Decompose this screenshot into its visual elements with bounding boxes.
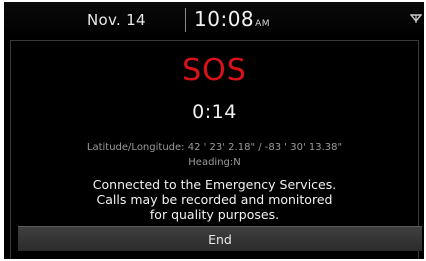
call-message: Connected to the Emergency Services. Cal… xyxy=(11,177,418,222)
sos-title: SOS xyxy=(182,53,247,88)
status-date: Nov. 14 xyxy=(87,11,146,29)
status-bar: Nov. 14 10:08AM xyxy=(4,2,424,38)
status-ampm: AM xyxy=(255,19,271,29)
head-unit-screen: Nov. 14 10:08AM SOS 0:14 Latitude/Longit… xyxy=(4,2,424,259)
signal-icon xyxy=(410,14,422,23)
sos-call-dialog: SOS 0:14 Latitude/Longitude: 42 ' 23' 2.… xyxy=(10,40,422,259)
message-line: Connected to the Emergency Services. xyxy=(92,177,337,192)
status-time: 10:08AM xyxy=(194,7,270,31)
heading-direction: Heading:N xyxy=(188,157,241,168)
message-line: Calls may be recorded and monitored xyxy=(96,192,333,207)
location-coordinates: Latitude/Longitude: 42 ' 23' 2.18" / -83… xyxy=(86,142,343,153)
message-line: for quality purposes. xyxy=(149,207,280,222)
call-timer: 0:14 xyxy=(192,101,237,123)
end-call-button[interactable]: End xyxy=(18,226,422,251)
status-divider xyxy=(185,8,186,32)
status-clock: 10:08 xyxy=(194,7,255,31)
